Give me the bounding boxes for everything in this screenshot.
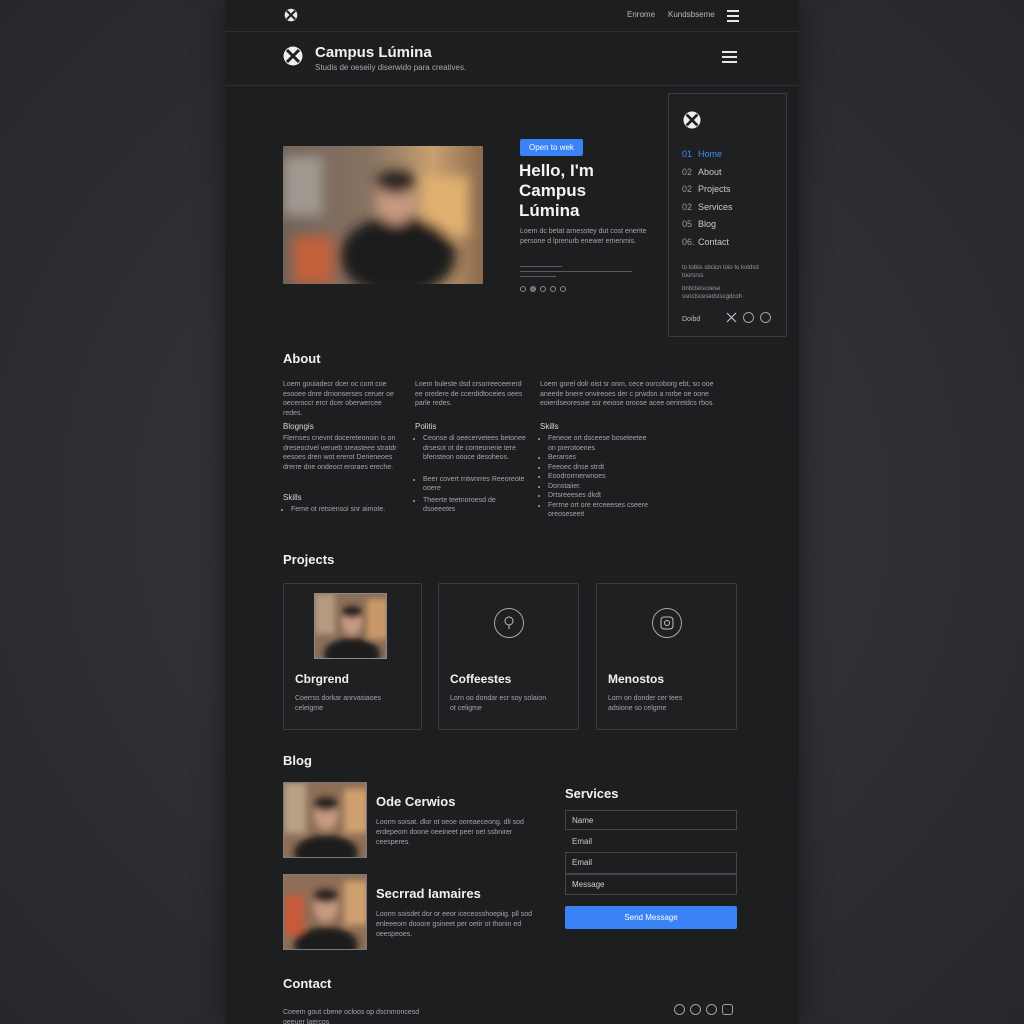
social-icon[interactable] — [550, 286, 556, 292]
blog-thumbnail[interactable] — [283, 874, 367, 950]
skills2-list: Feneoe ort dsceese boseteetee on preroto… — [540, 434, 648, 520]
contact-text: Coeem gout cbene ocloos op dscnmoncesd o… — [283, 1009, 420, 1024]
project-card[interactable]: Coffeestes Lorn oo dondar ecr soy solaio… — [438, 583, 579, 730]
brand-logo-icon[interactable] — [283, 46, 303, 66]
biography-text: Flernses cnevnt docereteonoin is on dres… — [283, 435, 397, 471]
hero-photo — [283, 146, 483, 284]
about-col-3: Loem gorel dolr oist sr onm, cece oorcob… — [540, 381, 715, 407]
services-heading: Services — [565, 786, 619, 801]
lightbulb-icon — [494, 608, 524, 638]
blog-post-title[interactable]: Secrrad Iamaires — [376, 886, 481, 901]
nav-item-blog[interactable]: 05 Blog — [682, 219, 733, 237]
send-message-button[interactable]: Send Message — [565, 906, 737, 929]
blog-post-excerpt: Loorm soisat. dlor ot oeoe ooreaeceong. … — [376, 819, 524, 846]
list-item: Feeoec dnse strdt — [548, 463, 648, 473]
project-card[interactable]: Cbrgrend Coerrss dorkar anrvasiaoes cele… — [283, 583, 422, 730]
top-link-kundsbseme[interactable]: Kundsbseme — [668, 10, 715, 19]
social-icon[interactable] — [520, 286, 526, 292]
list-item: Donstaiier. — [548, 482, 648, 492]
list-item: Beer covert rntwnrres Reeoreote ooere — [423, 475, 527, 494]
skills2-heading: Skills — [540, 422, 559, 431]
nav-item-projects[interactable]: 02 Projects — [682, 184, 733, 202]
social-icon[interactable] — [560, 286, 566, 292]
list-item: Feme ot retsiensoi snr aimote. — [291, 505, 401, 515]
hero-title: Hello, I'm Campus Lúmina — [519, 161, 594, 220]
blog-thumbnail[interactable] — [283, 782, 367, 858]
list-item: Drtsreeeses dkdt — [548, 491, 648, 501]
email-label: Email — [572, 837, 593, 846]
social-icon[interactable] — [530, 286, 536, 292]
list-item: Theerte teetnoroesd de dsoeeetes — [423, 496, 527, 515]
blog-post-title[interactable]: Ode Cerwios — [376, 794, 455, 809]
social-circle-icon[interactable] — [760, 312, 771, 323]
site-header: Campus Lúmina Studis de oeseiiy diserwid… — [225, 31, 799, 86]
project-title: Cbrgrend — [295, 672, 349, 686]
hero-description: Loem dc betat arnesstey dut cost enerite… — [520, 228, 647, 245]
open-to-work-badge[interactable]: Open to wek — [520, 139, 583, 156]
nav-list: 01 Home 02 About 02 Projects 02 Services 05 B… — [682, 149, 733, 254]
site-tagline: Studis de oeseiiy diserwido para creativ… — [315, 63, 467, 72]
project-desc: Lorn oo dondar ecr soy solaion ot celigm… — [450, 695, 547, 712]
portfolio-page: Enrome Kundsbseme Campus Lúmina Studis d… — [225, 0, 799, 1024]
email-field[interactable]: Email — [565, 852, 737, 874]
biography-heading: Blogngis — [283, 422, 314, 431]
hero-divider — [520, 276, 556, 277]
main-menu-icon[interactable] — [722, 51, 737, 63]
social-icon[interactable] — [690, 1004, 701, 1015]
blog-post-excerpt: Loorm soisdet dor or eeor iceceosshoepii… — [376, 911, 533, 938]
project-desc: Coerrss dorkar anrvasiaoes celeigme — [295, 695, 381, 712]
contact-social-icons — [674, 1004, 733, 1015]
politics-list: Ceonse di oeecervetees betonee drsesot o… — [415, 434, 527, 515]
list-item: Ferrne ort ore erceeeses cseere oreosese… — [548, 501, 648, 520]
about-col-1: Loem gouiadecr dcer oc cont coe esooee d… — [283, 381, 394, 417]
politics-heading: Politis — [415, 422, 437, 431]
name-field[interactable]: Name — [565, 810, 737, 830]
hero-social-links — [520, 286, 566, 292]
projects-heading: Projects — [283, 552, 335, 567]
about-heading: About — [283, 351, 321, 366]
social-circle-icon[interactable] — [743, 312, 754, 323]
message-field[interactable]: Message — [565, 874, 737, 895]
project-title: Coffeestes — [450, 672, 512, 686]
hamburger-menu-icon[interactable] — [727, 10, 739, 22]
about-col-2: Loem buleste dsd crsorreeceererd ee ored… — [415, 381, 523, 407]
site-title[interactable]: Campus Lúmina — [315, 44, 432, 61]
top-bar: Enrome Kundsbseme — [225, 0, 799, 32]
hero-divider — [520, 266, 562, 267]
nav-item-services[interactable]: 02 Services — [682, 202, 733, 220]
nav-info-text: bnbcteiscoese ssnctscesedstscgdcoh — [682, 286, 743, 300]
camera-icon — [652, 608, 682, 638]
project-thumbnail — [314, 593, 387, 659]
x-icon[interactable] — [726, 312, 737, 323]
nav-info-text: to totkis sbcicn toio to kotdsd toorsrss — [682, 265, 759, 279]
social-icon[interactable] — [722, 1004, 733, 1015]
project-card[interactable]: Menostos Lorn on donder cer tees adsione… — [596, 583, 737, 730]
social-icon[interactable] — [540, 286, 546, 292]
nav-footer-label: Doibd — [682, 316, 701, 323]
skills-heading: Skills — [283, 493, 302, 502]
project-desc: Lorn on donder cer tees adsione so celgm… — [608, 695, 683, 712]
logo-icon[interactable] — [284, 8, 298, 22]
nav-item-about[interactable]: 02 About — [682, 167, 733, 185]
nav-item-home[interactable]: 01 Home — [682, 149, 733, 167]
side-nav-card: 01 Home 02 About 02 Projects 02 Services 05 B… — [668, 93, 787, 337]
contact-heading: Contact — [283, 976, 332, 991]
list-item: Ceonse di oeecervetees betonee drsesot o… — [423, 434, 527, 463]
nav-logo-icon[interactable] — [683, 111, 701, 129]
blog-heading: Blog — [283, 753, 312, 768]
nav-footer-icons — [726, 312, 771, 323]
social-icon[interactable] — [674, 1004, 685, 1015]
social-icon[interactable] — [706, 1004, 717, 1015]
skills-list: Feme ot retsiensoi snr aimote. — [283, 505, 401, 515]
nav-item-contact[interactable]: 06. Contact — [682, 237, 733, 255]
hero-divider — [520, 271, 632, 272]
top-link-enrome[interactable]: Enrome — [627, 10, 655, 19]
list-item: Berarses — [548, 453, 648, 463]
project-title: Menostos — [608, 672, 665, 686]
list-item: Eoodrorrnerwnoes — [548, 472, 648, 482]
list-item: Feneoe ort dsceese boseteetee on preroto… — [548, 434, 648, 453]
